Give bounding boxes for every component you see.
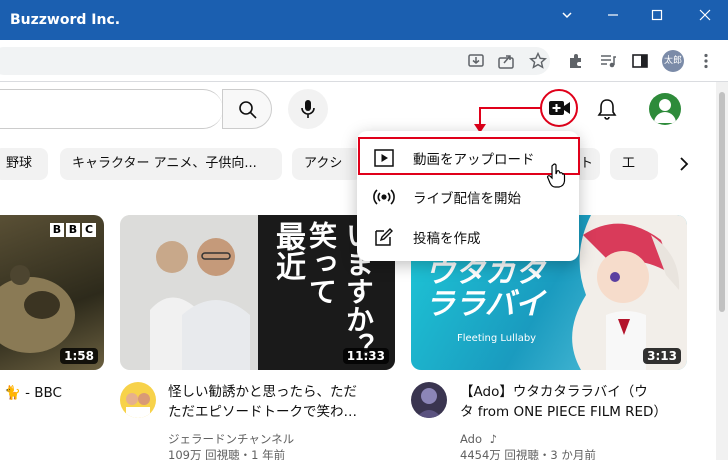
video-stats: 109万 回視聴・1 年前 xyxy=(168,448,286,460)
thumbnail-caption: ウタカタ ララバイ xyxy=(425,257,545,321)
chip-character-anime[interactable]: キャラクター アニメ、子供向... xyxy=(60,148,282,180)
chevron-right-icon[interactable] xyxy=(670,148,698,180)
music-note-icon: ♪ xyxy=(489,432,498,446)
window-title: Buzzword Inc. xyxy=(10,12,121,28)
browser-toolbar: 太郎 xyxy=(0,40,728,82)
broadcast-icon xyxy=(373,186,395,208)
side-panel-icon[interactable] xyxy=(630,51,650,71)
thumbnail-caption-2: 笑って xyxy=(305,221,338,305)
video-title[interactable]: 🐈 - BBC xyxy=(4,383,104,403)
thumbnail-caption-3: Fleeting Lullaby xyxy=(457,333,537,344)
video-thumbnail[interactable]: B B C 1:58 xyxy=(0,215,104,370)
hand-cursor-icon xyxy=(546,163,566,188)
extensions-icon[interactable] xyxy=(566,51,586,71)
scrollbar-thumb[interactable] xyxy=(719,92,725,312)
kebab-menu-icon[interactable] xyxy=(696,51,716,71)
video-title-line-2: タ from ONE PIECE FILM RED） xyxy=(460,404,667,420)
thumbnail-caption-1: ウタカタ xyxy=(425,255,545,290)
share-icon[interactable] xyxy=(496,51,516,71)
page-scrollbar[interactable] xyxy=(716,82,728,460)
chip-action[interactable]: アクシ xyxy=(292,148,362,180)
annotation-arrow-horizontal xyxy=(479,107,541,109)
chevron-down-icon[interactable] xyxy=(552,6,582,28)
install-app-icon[interactable] xyxy=(466,51,486,71)
video-thumbnail[interactable]: 最近 笑って いますか？ 11:33 xyxy=(120,215,395,370)
video-title[interactable]: 【Ado】ウタカタララバイ（ウ タ from ONE PIECE FILM RE… xyxy=(460,382,690,422)
user-avatar[interactable] xyxy=(649,93,681,125)
window-title-bar: Buzzword Inc. xyxy=(0,0,728,40)
chip-construction[interactable]: 工 xyxy=(610,148,658,180)
edit-icon xyxy=(373,226,395,248)
notifications-button[interactable] xyxy=(590,92,624,126)
menu-item-create-post[interactable]: 投稿を作成 xyxy=(357,216,579,256)
thumbnail-caption-1: 最近 xyxy=(270,221,305,281)
microphone-icon xyxy=(301,100,315,118)
star-icon[interactable] xyxy=(528,51,548,71)
chip-baseball[interactable]: 野球 xyxy=(0,148,48,180)
video-title-line-1: 怪しい勧誘かと思ったら、ただ xyxy=(168,384,357,400)
minimize-icon[interactable] xyxy=(598,6,628,28)
video-duration: 3:13 xyxy=(643,348,681,364)
thumbnail-caption: 最近 xyxy=(270,221,305,369)
video-duration: 11:33 xyxy=(342,348,389,364)
thumbnail-caption-2: ララバイ xyxy=(425,287,545,322)
channel-avatar[interactable] xyxy=(411,382,447,418)
channel-name-text: Ado xyxy=(460,432,483,446)
channel-avatar[interactable] xyxy=(120,382,156,418)
menu-item-label: 投稿を作成 xyxy=(413,231,481,247)
close-icon[interactable] xyxy=(690,6,720,28)
search-input[interactable] xyxy=(0,89,223,129)
video-title-line-2: ただエピソードトークで笑わ… xyxy=(168,404,357,420)
voice-search-button[interactable] xyxy=(288,89,328,129)
video-title[interactable]: 怪しい勧誘かと思ったら、ただ ただエピソードトークで笑わ… xyxy=(168,382,388,422)
search-button[interactable] xyxy=(222,89,272,129)
search-icon xyxy=(239,101,257,119)
video-duration: 1:58 xyxy=(60,348,98,364)
thumbnail-image xyxy=(0,265,75,353)
bbc-logo: B B C xyxy=(50,223,96,237)
profile-avatar[interactable]: 太郎 xyxy=(662,50,684,72)
video-title-line-1: 【Ado】ウタカタララバイ（ウ xyxy=(460,384,648,400)
create-video-icon xyxy=(549,101,570,115)
video-stats: 4454万 回視聴・3 か月前 xyxy=(460,448,596,460)
menu-item-label: ライブ配信を開始 xyxy=(413,191,521,207)
bell-icon xyxy=(597,99,617,120)
maximize-icon[interactable] xyxy=(642,6,672,28)
media-queue-icon[interactable] xyxy=(598,51,618,71)
create-button[interactable] xyxy=(540,89,578,127)
